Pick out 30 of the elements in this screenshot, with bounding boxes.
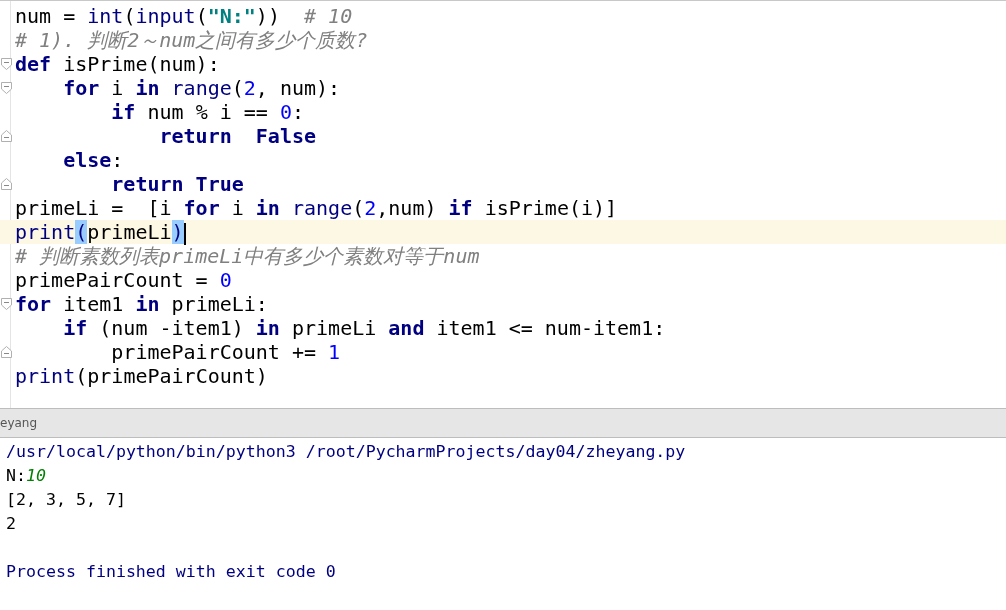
text-caret — [183, 222, 186, 245]
fold-marker-icon[interactable] — [1, 58, 12, 70]
fold-marker-icon[interactable] — [1, 298, 12, 310]
run-tab-title[interactable]: eyang — [0, 414, 38, 432]
fold-marker-icon[interactable] — [1, 82, 12, 94]
console-line: [2, 3, 5, 7] — [6, 489, 127, 511]
console-line: Process finished with exit code 0 — [6, 561, 337, 583]
code-line: for item1 in primeLi: — [15, 292, 268, 316]
code-line: primePairCount = 0 — [15, 268, 232, 292]
code-line: primePairCount += 1 — [110, 340, 341, 364]
code-line: num = int(input("N:")) # 10 — [15, 4, 353, 28]
code-line: for i in range(2, num): — [62, 76, 341, 100]
code-line: else: — [62, 148, 124, 172]
console-line: /usr/local/python/bin/python3 /root/PycharmProjects/day04/zheyang.py — [6, 441, 687, 463]
console-line: N:10 — [6, 465, 47, 487]
fold-marker-icon[interactable] — [1, 130, 12, 142]
console-line: 2 — [6, 513, 17, 535]
code-line: print(primePairCount) — [15, 364, 268, 388]
code-line: return True — [110, 172, 244, 196]
code-line: primeLi = [i for i in range(2,num) if isPrime(i)] — [15, 196, 618, 220]
fold-marker-icon[interactable] — [1, 346, 12, 358]
code-line: print(primeLi) — [15, 220, 186, 244]
code-editor[interactable] — [0, 0, 1006, 408]
code-line: # 判断素数列表primeLi中有多少个素数对等于num — [15, 244, 480, 268]
code-line: if num % i == 0: — [110, 100, 304, 124]
code-line: return False — [158, 124, 317, 148]
fold-marker-icon[interactable] — [1, 178, 12, 190]
code-line: def isPrime(num): — [15, 52, 220, 76]
code-line: # 1). 判断2～num之间有多少个质数? — [15, 28, 368, 52]
code-line: if (num -item1) in primeLi and item1 <= num-item1: — [62, 316, 666, 340]
